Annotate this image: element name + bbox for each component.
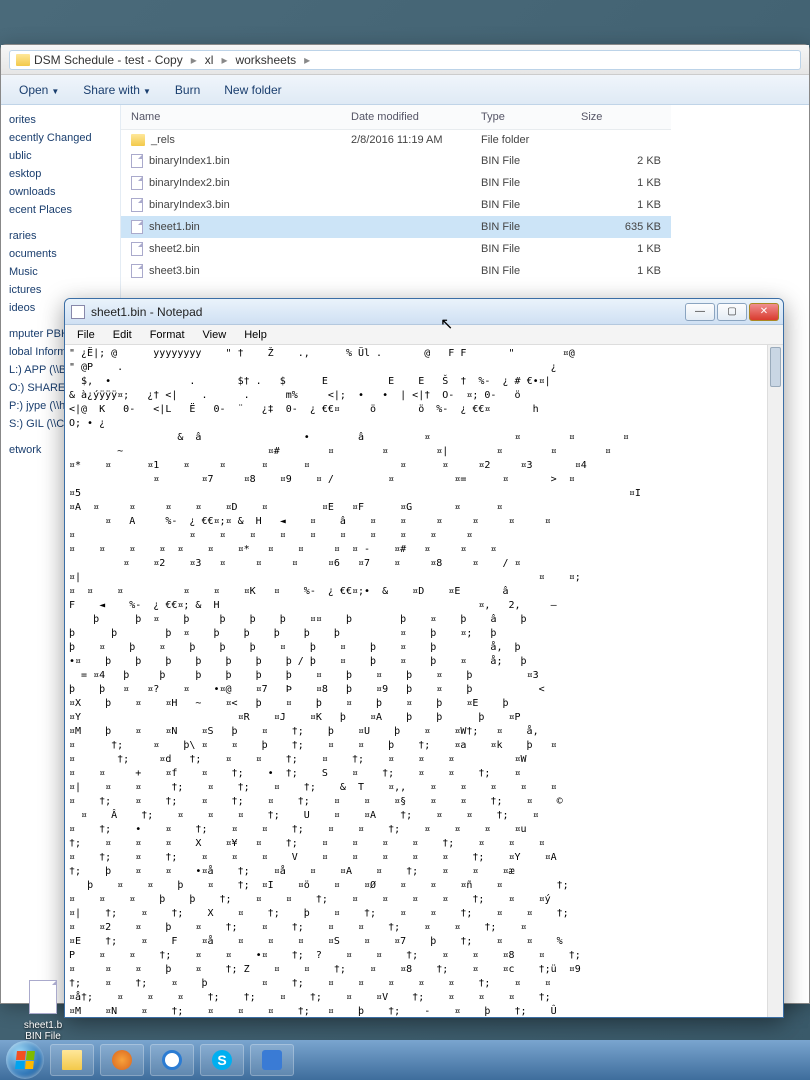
minimize-button[interactable]: — xyxy=(685,303,715,321)
menu-view[interactable]: View xyxy=(195,327,235,343)
file-size: 1 KB xyxy=(571,194,671,216)
file-icon xyxy=(131,264,143,278)
sidebar-item[interactable]: orites xyxy=(5,111,116,129)
file-size: 1 KB xyxy=(571,172,671,194)
file-type: File folder xyxy=(471,130,571,150)
sidebar-item[interactable]: esktop xyxy=(5,165,116,183)
notepad-title: sheet1.bin - Notepad xyxy=(91,305,685,319)
menu-format[interactable]: Format xyxy=(142,327,193,343)
file-icon xyxy=(131,220,143,234)
burn-button[interactable]: Burn xyxy=(165,80,210,100)
file-type: BIN File xyxy=(471,238,571,260)
file-size xyxy=(571,130,671,150)
notepad-icon xyxy=(71,305,85,319)
taskbar-ie-button[interactable] xyxy=(150,1044,194,1076)
taskbar: S xyxy=(0,1040,810,1080)
file-size: 1 KB xyxy=(571,260,671,282)
folder-icon xyxy=(16,54,30,66)
menu-edit[interactable]: Edit xyxy=(105,327,140,343)
taskbar-app-button[interactable]: S xyxy=(200,1044,244,1076)
sidebar-item[interactable]: ictures xyxy=(5,281,116,299)
file-modified xyxy=(341,172,471,194)
file-name: sheet1.bin xyxy=(149,221,200,233)
taskbar-app2-button[interactable] xyxy=(250,1044,294,1076)
file-name: _rels xyxy=(151,134,175,146)
file-size: 2 KB xyxy=(571,150,671,172)
column-name[interactable]: Name xyxy=(121,105,341,130)
column-size[interactable]: Size xyxy=(571,105,671,130)
file-name: sheet2.bin xyxy=(149,243,200,255)
chevron-right-icon: ▸ xyxy=(300,53,314,67)
file-type: BIN File xyxy=(471,172,571,194)
notepad-titlebar[interactable]: sheet1.bin - Notepad — ▢ ✕ xyxy=(65,299,783,325)
dropdown-arrow-icon: ▼ xyxy=(143,87,151,96)
folder-icon xyxy=(62,1050,82,1070)
file-type: BIN File xyxy=(471,194,571,216)
file-modified: 2/8/2016 11:19 AM xyxy=(341,130,471,150)
address-bar[interactable]: DSM Schedule - test - Copy ▸ xl ▸ worksh… xyxy=(1,45,809,75)
sidebar-item[interactable]: ownloads xyxy=(5,183,116,201)
file-name: sheet3.bin xyxy=(149,265,200,277)
menu-help[interactable]: Help xyxy=(236,327,275,343)
file-size: 1 KB xyxy=(571,238,671,260)
sidebar-item[interactable]: Music xyxy=(5,263,116,281)
file-type: BIN File xyxy=(471,260,571,282)
notepad-text-area[interactable]: " ¿Ë|; @ yyyyyyyy " † Ž ., % Ül . @ F F … xyxy=(65,345,767,1017)
file-modified xyxy=(341,150,471,172)
share-with-button[interactable]: Share with▼ xyxy=(73,80,161,100)
file-icon xyxy=(131,176,143,190)
scrollbar-thumb[interactable] xyxy=(770,347,781,387)
file-name: binaryIndex3.bin xyxy=(149,199,230,211)
sidebar-item[interactable]: ublic xyxy=(5,147,116,165)
start-button[interactable] xyxy=(6,1041,44,1079)
sidebar-item[interactable]: ecently Changed xyxy=(5,129,116,147)
media-player-icon xyxy=(112,1050,132,1070)
ie-icon xyxy=(162,1050,182,1070)
sidebar-item[interactable]: ecent Places xyxy=(5,201,116,219)
chevron-right-icon: ▸ xyxy=(187,53,201,67)
file-modified xyxy=(341,260,471,282)
file-type: BIN File xyxy=(471,216,571,238)
file-name: binaryIndex2.bin xyxy=(149,177,230,189)
file-icon xyxy=(29,980,57,1014)
explorer-toolbar: Open▼ Share with▼ Burn New folder xyxy=(1,75,809,105)
sidebar-item[interactable]: ocuments xyxy=(5,245,116,263)
chevron-right-icon: ▸ xyxy=(217,53,231,67)
file-modified xyxy=(341,238,471,260)
breadcrumb[interactable]: DSM Schedule - test - Copy ▸ xl ▸ worksh… xyxy=(9,50,801,70)
folder-icon xyxy=(131,134,145,146)
dropdown-arrow-icon: ▼ xyxy=(51,87,59,96)
notepad-window: sheet1.bin - Notepad — ▢ ✕ File Edit For… xyxy=(64,298,784,1018)
file-size: 635 KB xyxy=(571,216,671,238)
breadcrumb-seg-1[interactable]: xl xyxy=(201,53,218,67)
file-type: BIN File xyxy=(471,150,571,172)
file-icon xyxy=(131,242,143,256)
column-type[interactable]: Type xyxy=(471,105,571,130)
new-folder-button[interactable]: New folder xyxy=(214,80,291,100)
notepad-menubar: File Edit Format View Help xyxy=(65,325,783,345)
vertical-scrollbar[interactable] xyxy=(767,345,783,1017)
file-modified xyxy=(341,216,471,238)
breadcrumb-seg-2[interactable]: worksheets xyxy=(231,53,300,67)
sidebar-item[interactable]: raries xyxy=(5,227,116,245)
skype-icon: S xyxy=(212,1050,232,1070)
breadcrumb-seg-0[interactable]: DSM Schedule - test - Copy xyxy=(30,53,187,67)
maximize-button[interactable]: ▢ xyxy=(717,303,747,321)
windows-logo-icon xyxy=(15,1051,35,1069)
taskbar-explorer-button[interactable] xyxy=(50,1044,94,1076)
file-icon xyxy=(131,198,143,212)
desktop-file-name: sheet1.b xyxy=(14,1020,72,1031)
menu-file[interactable]: File xyxy=(69,327,103,343)
file-modified xyxy=(341,194,471,216)
open-button[interactable]: Open▼ xyxy=(9,80,69,100)
app-icon xyxy=(262,1050,282,1070)
desktop-shortcut-sheet1[interactable]: sheet1.b BIN File xyxy=(14,980,72,1042)
close-button[interactable]: ✕ xyxy=(749,303,779,321)
taskbar-mediaplayer-button[interactable] xyxy=(100,1044,144,1076)
column-modified[interactable]: Date modified xyxy=(341,105,471,130)
file-icon xyxy=(131,154,143,168)
file-name: binaryIndex1.bin xyxy=(149,155,230,167)
